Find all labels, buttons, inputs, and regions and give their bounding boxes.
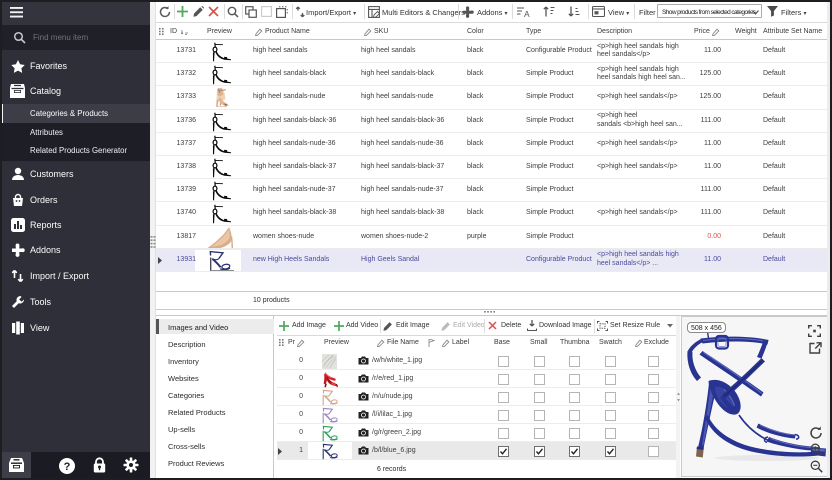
- svg-text:A: A: [524, 9, 530, 18]
- svg-text:?: ?: [64, 461, 71, 473]
